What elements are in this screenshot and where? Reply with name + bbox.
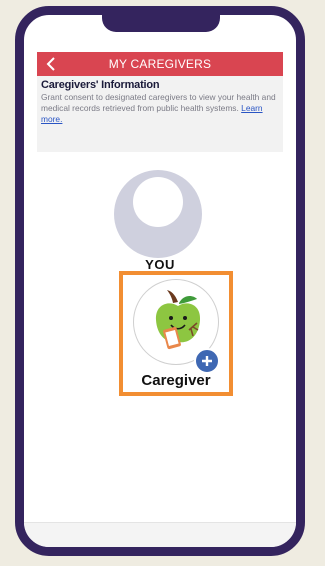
apple-mascot-icon bbox=[153, 290, 203, 359]
info-heading: Caregivers' Information bbox=[41, 79, 160, 91]
default-avatar-icon bbox=[111, 167, 205, 261]
add-caregiver-button[interactable]: Caregiver bbox=[119, 271, 233, 396]
page-title: MY CAREGIVERS bbox=[108, 57, 212, 71]
bottom-bar bbox=[24, 522, 296, 547]
caregivers-info-panel: Caregivers' Information Grant consent to… bbox=[37, 76, 283, 152]
caregiver-label: Caregiver bbox=[141, 372, 211, 389]
plus-icon[interactable] bbox=[194, 348, 220, 374]
top-bar: MY CAREGIVERS bbox=[37, 52, 283, 76]
info-text: Grant consent to designated caregivers t… bbox=[41, 92, 279, 125]
you-label: YOU bbox=[145, 257, 175, 272]
phone-frame: MY CAREGIVERS Caregivers' Information Gr… bbox=[15, 6, 305, 556]
app-screen: MY CAREGIVERS Caregivers' Information Gr… bbox=[24, 15, 296, 547]
